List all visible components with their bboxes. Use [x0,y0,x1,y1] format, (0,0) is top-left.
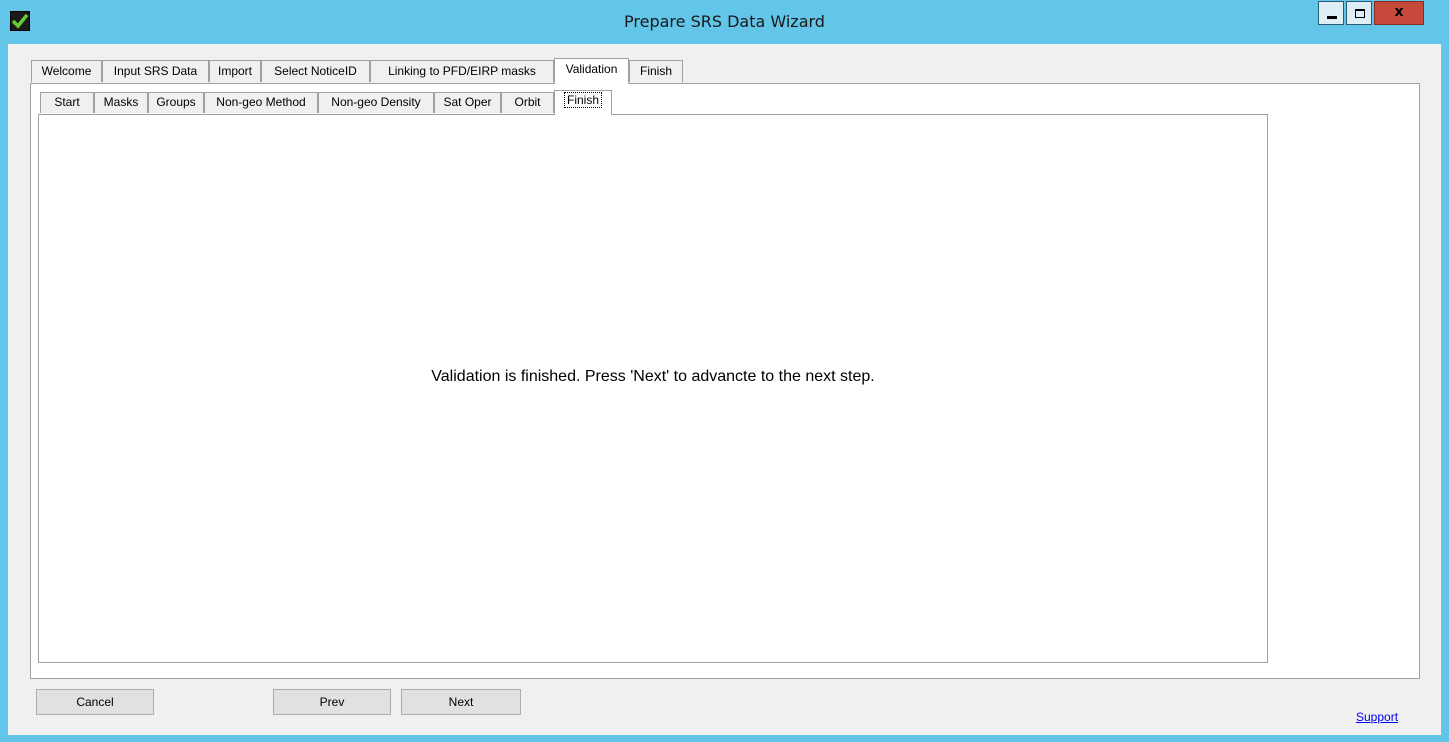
subtab-orbit[interactable]: Orbit [501,92,554,113]
finish-panel: Validation is finished. Press 'Next' to … [38,114,1268,663]
window-title: Prepare SRS Data Wizard [624,12,825,31]
tab-welcome[interactable]: Welcome [31,60,102,82]
subtab-non-geo-density[interactable]: Non-geo Density [318,92,434,113]
client-area: Welcome Input SRS Data Import Select Not… [8,44,1441,735]
minimize-button[interactable] [1318,1,1344,25]
support-link[interactable]: Support [1356,710,1398,724]
cancel-button[interactable]: Cancel [36,689,154,715]
close-icon: x [1394,4,1404,20]
prev-button[interactable]: Prev [273,689,391,715]
tab-select-noticeid[interactable]: Select NoticeID [261,60,370,82]
maximize-icon [1355,9,1365,18]
subtab-groups[interactable]: Groups [148,92,204,113]
tab-finish[interactable]: Finish [629,60,683,82]
title-bar[interactable]: Prepare SRS Data Wizard x [0,0,1449,44]
tab-import[interactable]: Import [209,60,261,82]
app-window: Prepare SRS Data Wizard x Welcome Input … [0,0,1449,742]
close-button[interactable]: x [1374,1,1424,25]
subtab-sat-oper[interactable]: Sat Oper [434,92,501,113]
subtab-finish[interactable]: Finish [554,90,612,115]
status-message: Validation is finished. Press 'Next' to … [431,368,875,385]
subtab-masks[interactable]: Masks [94,92,148,113]
subtab-start[interactable]: Start [40,92,94,113]
tab-input-srs-data[interactable]: Input SRS Data [102,60,209,82]
tab-validation[interactable]: Validation [554,58,629,84]
next-button[interactable]: Next [401,689,521,715]
validation-panel: Start Masks Groups Non-geo Method Non-ge… [30,83,1420,679]
subtab-non-geo-method[interactable]: Non-geo Method [204,92,318,113]
minimize-icon [1327,16,1337,19]
maximize-button[interactable] [1346,1,1372,25]
subtab-finish-label: Finish [563,92,602,108]
tab-linking-masks[interactable]: Linking to PFD/EIRP masks [370,60,554,82]
